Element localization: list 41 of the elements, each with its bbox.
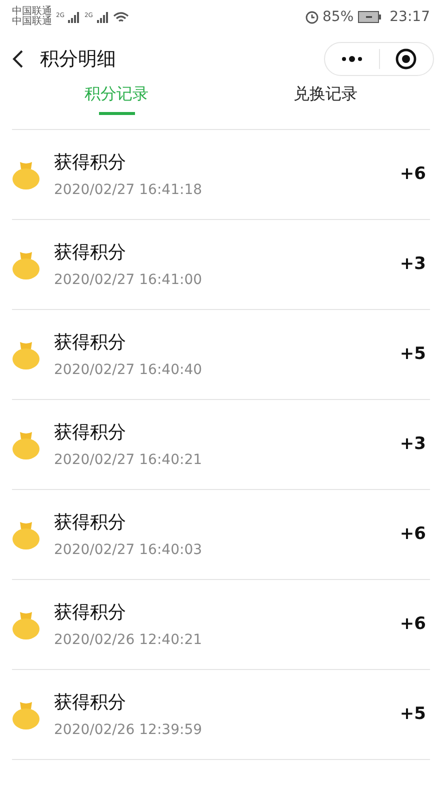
battery-percent: 85% [322,8,354,26]
tab[interactable]: 兑换记录 [221,84,430,129]
record-title: 获得积分 [54,510,127,534]
record-time: 2020/02/26 12:40:21 [54,630,204,650]
record-title: 获得积分 [54,600,127,624]
carrier-label: 中国联通 [12,7,52,17]
money-bag-icon [12,520,40,550]
wifi-icon [112,10,129,24]
money-bag-icon [12,610,40,640]
alarm-icon [304,10,319,24]
money-bag-icon [12,160,40,190]
record-time: 2020/02/27 16:40:03 [54,540,204,560]
points-change: +6 [400,612,426,636]
record-time: 2020/02/27 16:40:21 [54,450,204,470]
clock-time: 23:17 [390,8,430,26]
points-change: +6 [400,522,426,546]
signal-icon [96,12,109,22]
record-title: 获得积分 [54,690,127,714]
money-bag-icon [12,250,40,280]
record-time: 2020/02/26 12:39:59 [54,720,204,740]
record-title: 获得积分 [54,420,127,444]
back-icon[interactable] [12,49,24,69]
record-time: 2020/02/27 16:40:40 [54,360,204,380]
signal-icon [68,12,80,22]
page-title: 积分明细 [40,46,116,72]
carrier-label: 中国联通 [12,17,52,27]
record-title: 获得积分 [54,240,127,264]
record-title: 获得积分 [54,150,127,174]
points-change: +3 [400,432,426,456]
record-time: 2020/02/27 16:41:00 [54,270,204,290]
money-bag-icon [12,700,40,730]
points-change: +3 [400,252,426,276]
battery-icon [358,11,382,23]
record-time: 2020/02/27 16:41:18 [54,180,204,200]
money-bag-icon [12,430,40,460]
more-icon[interactable] [340,56,363,62]
points-change: +5 [400,702,426,726]
points-change: +6 [400,162,426,186]
points-change: +5 [400,342,426,366]
money-bag-icon [12,340,40,370]
record-title: 获得积分 [54,330,127,354]
